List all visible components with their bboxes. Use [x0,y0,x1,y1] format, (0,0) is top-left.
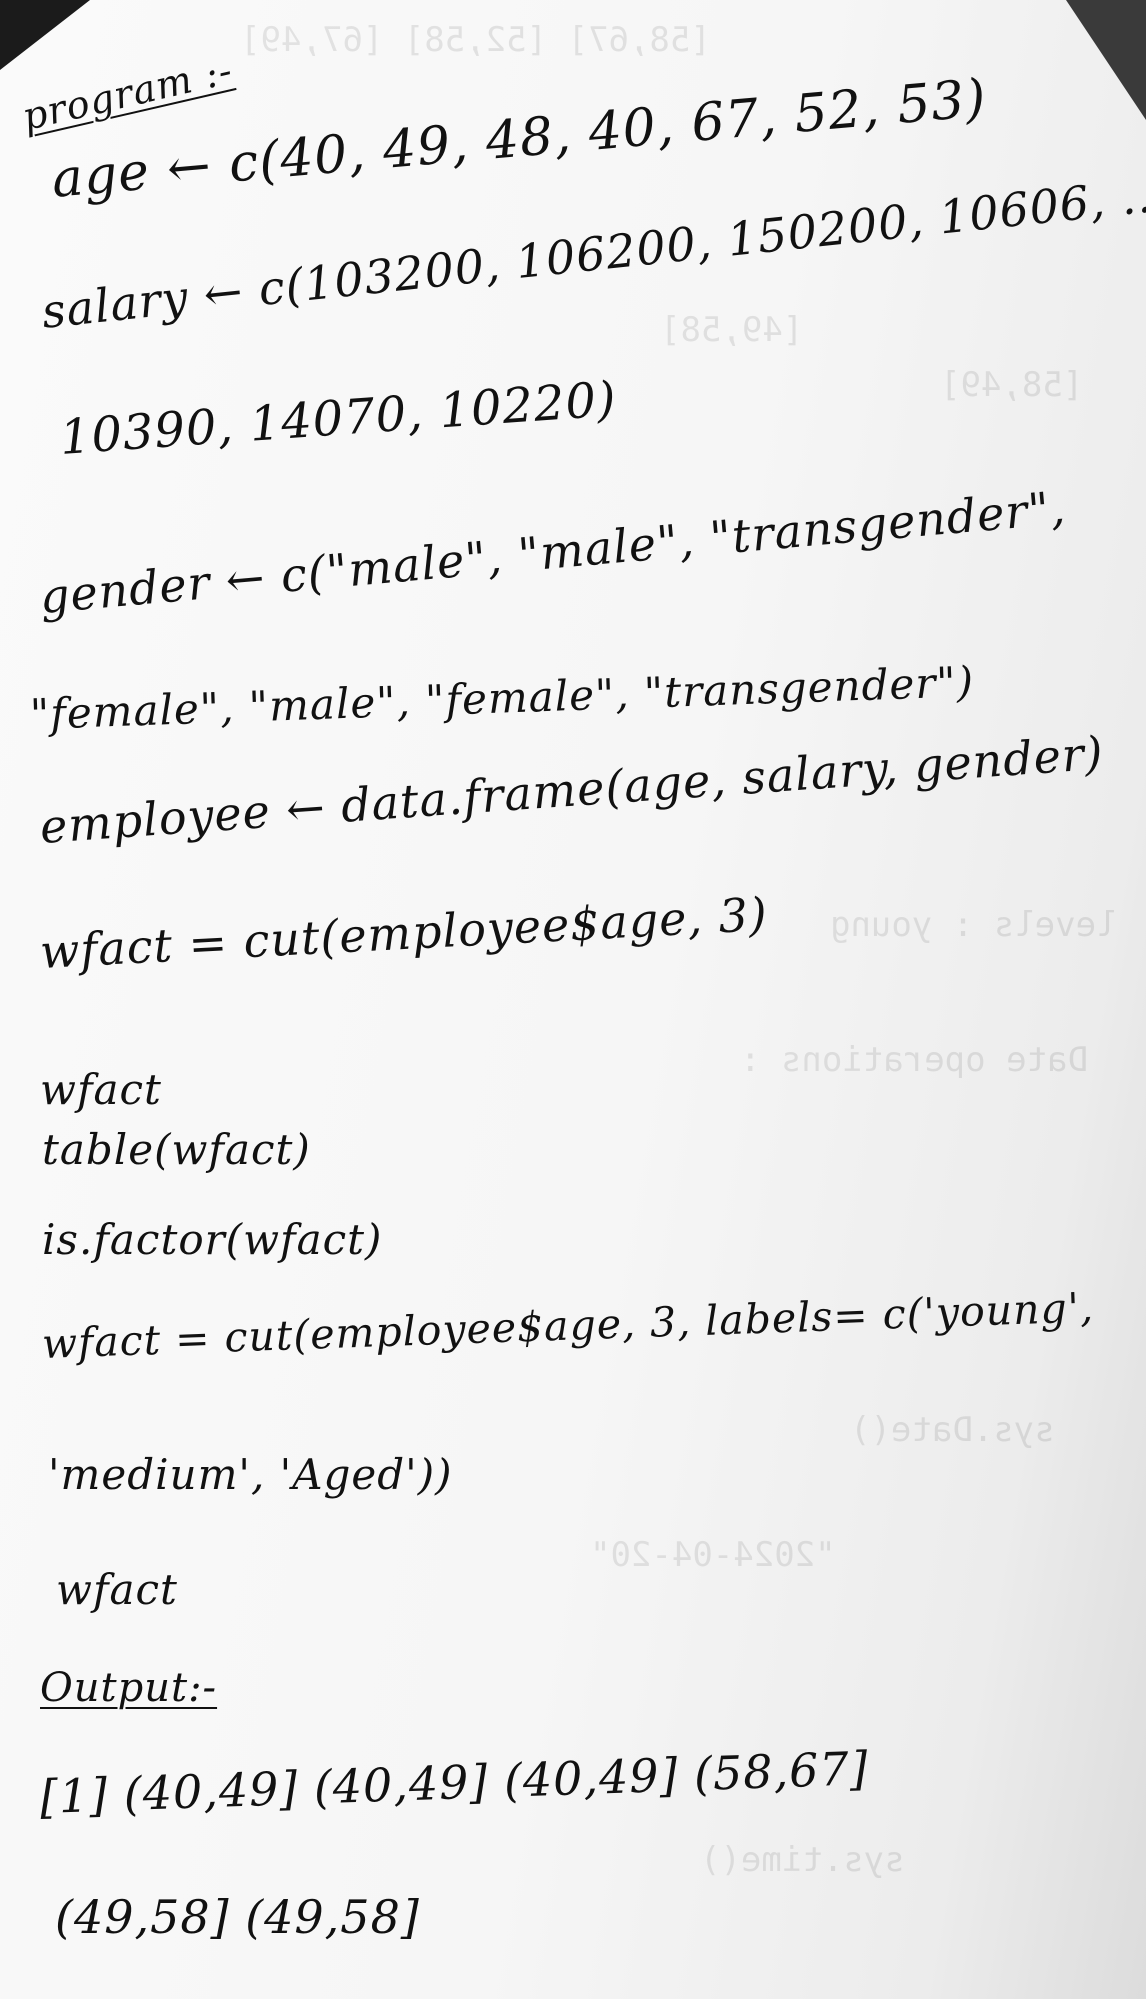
code-line: wfact = cut(employee$age, 3, labels= c('… [41,1283,1095,1368]
bleed-through-text: Date operations : [740,1040,1088,1080]
output-line: [1] (40,49] (40,49] (40,49] (58,67] [39,1741,870,1824]
bleed-through-text: [58,67] [52,58] [67,49] [240,20,711,60]
bleed-through-text: levels : young [830,905,1117,945]
photo-corner-shadow-right [1066,0,1146,120]
code-line: "female", "male", "female", "transgender… [29,657,975,739]
output-heading: Output:- [40,1665,218,1711]
code-line: employee ← data.frame(age, salary, gende… [38,725,1106,854]
code-line: 'medium', 'Aged')) [48,1450,453,1499]
code-line: wfact = cut(employee$age, 3) [38,886,770,979]
bleed-through-text: [49,58] [660,310,804,350]
bleed-through-text: sys.Date() [850,1410,1055,1450]
notebook-page: [58,67] [52,58] [67,49] [49,58] [58,49] … [0,0,1146,1999]
bleed-through-text: sys.time() [700,1840,905,1880]
code-line: wfact [56,1565,178,1614]
photo-corner-shadow [0,0,90,70]
code-line: is.factor(wfact) [42,1215,383,1264]
bleed-through-text: "2024-04-20" [590,1535,836,1575]
code-line: gender ← c("male", "male", "transgender"… [37,480,1068,624]
code-line: 10390, 14070, 10220) [58,371,619,466]
code-line: wfact [40,1065,162,1114]
bleed-through-text: [58,49] [940,365,1084,405]
output-line: (49,58] (49,58] [55,1890,420,1944]
code-line: table(wfact) [42,1125,311,1174]
